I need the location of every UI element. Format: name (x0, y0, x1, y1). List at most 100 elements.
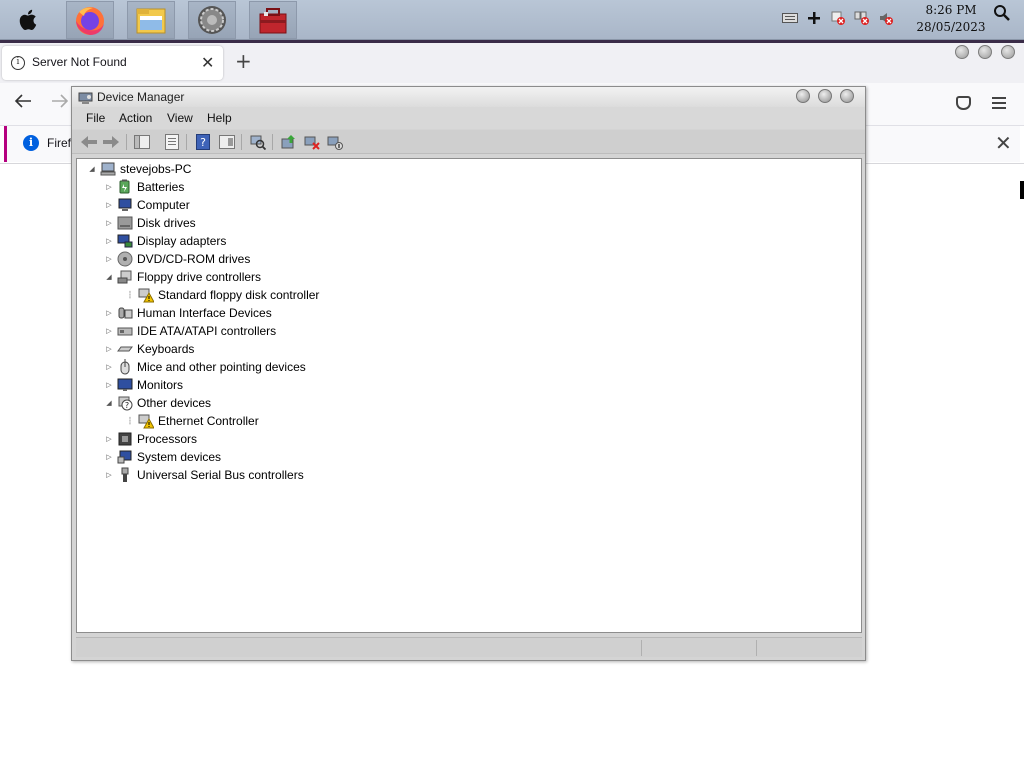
dock-files-slot[interactable] (127, 1, 175, 39)
category-label: Mice and other pointing devices (137, 360, 306, 374)
mouse-icon (117, 359, 133, 375)
expand-arrow-icon[interactable]: ▷ (104, 435, 114, 443)
tree-category-hid[interactable]: ▷ Human Interface Devices (104, 304, 271, 322)
device-tree[interactable]: ◢ stevejobs-PC ▷ Batteries ▷ Computer ▷ (76, 158, 862, 633)
expand-arrow-icon[interactable]: ▷ (104, 237, 114, 245)
pocket-icon[interactable] (956, 96, 971, 110)
menu-file[interactable]: File (86, 111, 105, 125)
toolbar: ? (72, 130, 865, 154)
expand-arrow-icon[interactable]: ▷ (104, 255, 114, 263)
tree-category-monitors[interactable]: ▷ Monitors (104, 376, 183, 394)
back-arrow-icon[interactable] (80, 133, 98, 151)
browser-tab[interactable]: i Server Not Found ✕ (2, 46, 223, 80)
tree-category-other-devices[interactable]: ◢ ? Other devices (104, 394, 211, 412)
close-button[interactable] (1001, 45, 1015, 59)
tree-connector: ┆ (127, 292, 133, 299)
tab-close-icon[interactable]: ✕ (201, 53, 214, 72)
new-tab-button[interactable]: + (235, 49, 252, 73)
update-driver-icon[interactable] (280, 133, 298, 151)
mouse-cursor (1020, 181, 1024, 199)
clock[interactable]: 8:26 PM 28/05/2023 (906, 2, 996, 36)
unknown-device-icon: ? (117, 395, 133, 411)
category-label: Monitors (137, 378, 184, 392)
properties-icon[interactable] (163, 133, 181, 151)
maximize-button[interactable] (818, 89, 832, 103)
tree-category-mice[interactable]: ▷ Mice and other pointing devices (104, 358, 306, 376)
expand-arrow-icon[interactable]: ▷ (104, 327, 114, 335)
expand-arrow-icon[interactable]: ▷ (104, 183, 114, 191)
uninstall-device-icon[interactable] (303, 133, 321, 151)
tree-category-processors[interactable]: ▷ Processors (104, 430, 197, 448)
expand-arrow-icon[interactable]: ▷ (104, 453, 114, 461)
tree-category-ide-controllers[interactable]: ▷ IDE ATA/ATAPI controllers (104, 322, 276, 340)
root-label: stevejobs-PC (120, 162, 192, 176)
forward-arrow-icon[interactable] (51, 93, 69, 114)
dock-firefox-slot[interactable] (66, 1, 114, 39)
menu-help[interactable]: Help (207, 111, 232, 125)
processor-icon (117, 431, 133, 447)
device-manager-window[interactable]: Device Manager File Action View Help ? ◢… (71, 86, 866, 661)
expand-arrow-icon[interactable]: ▷ (104, 471, 114, 479)
maximize-button[interactable] (978, 45, 992, 59)
display-adapter-icon (117, 233, 133, 249)
keyboard-icon (117, 341, 133, 357)
category-label: Display adapters (137, 234, 227, 248)
disable-device-icon[interactable] (326, 133, 344, 151)
expand-arrow-icon[interactable]: ▷ (104, 345, 114, 353)
help-icon[interactable]: ? (194, 133, 212, 151)
category-label: System devices (137, 450, 222, 464)
disk-drive-icon (117, 215, 133, 231)
tree-category-disk-drives[interactable]: ▷ Disk drives (104, 214, 195, 232)
back-arrow-icon[interactable] (14, 93, 32, 114)
expand-arrow-icon[interactable]: ▷ (104, 309, 114, 317)
collapse-arrow-icon[interactable]: ◢ (104, 399, 114, 407)
hamburger-menu-icon[interactable] (992, 97, 1006, 109)
tree-device-ethernet-controller[interactable]: ┆ Ethernet Controller (125, 412, 259, 430)
tree-device-floppy-controller[interactable]: ┆ Standard floppy disk controller (125, 286, 319, 304)
network-disconnected-icon[interactable] (830, 10, 846, 26)
action-pane-icon[interactable] (218, 133, 236, 151)
collapse-arrow-icon[interactable]: ◢ (87, 165, 97, 173)
network-disconnected-icon-2[interactable] (854, 10, 870, 26)
settings-gear-icon (198, 6, 226, 34)
tree-category-usb[interactable]: ▷ Universal Serial Bus controllers (104, 466, 304, 484)
tree-category-keyboards[interactable]: ▷ Keyboards (104, 340, 194, 358)
keyboard-icon[interactable] (782, 10, 798, 26)
title-bar[interactable]: Device Manager (72, 87, 865, 107)
expand-arrow-icon[interactable]: ▷ (104, 363, 114, 371)
collapse-arrow-icon[interactable]: ◢ (104, 273, 114, 281)
tree-category-display-adapters[interactable]: ▷ Display adapters (104, 232, 226, 250)
category-label: Universal Serial Bus controllers (137, 468, 304, 482)
apple-menu-icon[interactable] (12, 3, 46, 37)
tree-category-floppy-controllers[interactable]: ◢ Floppy drive controllers (104, 268, 261, 286)
add-icon[interactable] (806, 10, 822, 26)
dvd-drive-icon (117, 251, 133, 267)
firefox-icon (76, 7, 104, 35)
system-tray (782, 10, 894, 26)
dock-toolbox-slot[interactable] (249, 1, 297, 39)
tree-category-computer[interactable]: ▷ Computer (104, 196, 189, 214)
forward-arrow-icon[interactable] (102, 133, 120, 151)
menu-action[interactable]: Action (119, 111, 152, 125)
dock-settings-slot[interactable] (188, 1, 236, 39)
tree-category-dvd-drives[interactable]: ▷ DVD/CD-ROM drives (104, 250, 250, 268)
tree-root[interactable]: ◢ stevejobs-PC (87, 160, 191, 178)
usb-icon (117, 467, 133, 483)
expand-arrow-icon[interactable]: ▷ (104, 201, 114, 209)
category-label: Batteries (137, 180, 185, 194)
minimize-button[interactable] (955, 45, 969, 59)
tree-category-batteries[interactable]: ▷ Batteries (104, 178, 184, 196)
menu-view[interactable]: View (167, 111, 193, 125)
search-icon[interactable] (993, 4, 1011, 22)
close-button[interactable] (840, 89, 854, 103)
expand-arrow-icon[interactable]: ▷ (104, 381, 114, 389)
notification-close-icon[interactable]: ✕ (995, 131, 1012, 155)
computer-icon (100, 161, 116, 177)
show-hide-console-tree-icon[interactable] (133, 133, 151, 151)
minimize-button[interactable] (796, 89, 810, 103)
expand-arrow-icon[interactable]: ▷ (104, 219, 114, 227)
category-label: DVD/CD-ROM drives (137, 252, 251, 266)
tree-category-system-devices[interactable]: ▷ System devices (104, 448, 221, 466)
volume-muted-icon[interactable] (878, 10, 894, 26)
scan-hardware-changes-icon[interactable] (249, 133, 267, 151)
